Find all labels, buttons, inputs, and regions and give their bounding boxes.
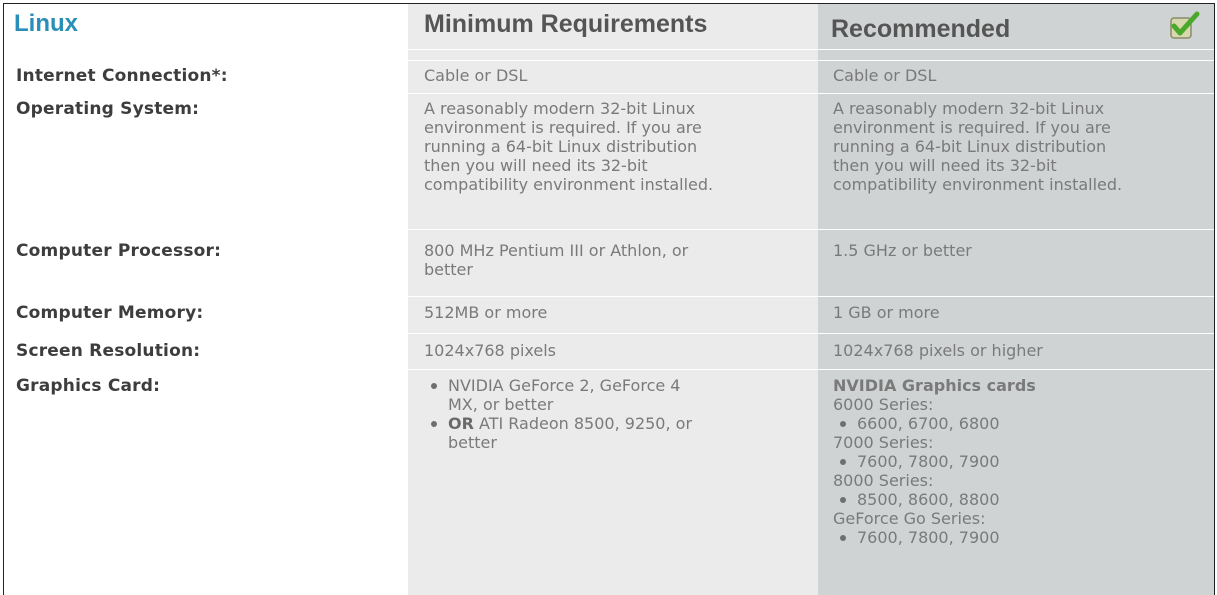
bullet-icon — [840, 535, 846, 541]
min-value: Cable or DSL — [424, 66, 528, 85]
bullet-icon — [431, 421, 437, 427]
text-line: 800 MHz Pentium III or Athlon, or — [424, 241, 689, 260]
row-label: Screen Resolution: — [16, 341, 201, 361]
graphics-min-list: NVIDIA GeForce 2, GeForce 4 MX, or bette… — [424, 376, 809, 452]
text-line: environment is required. If you are — [424, 118, 702, 137]
text-line: running a 64-bit Linux distribution — [424, 137, 698, 156]
list-item: OR ATI Radeon 8500, 9250, or better — [424, 414, 809, 452]
minimum-header: Minimum Requirements — [424, 10, 708, 38]
text-line: running a 64-bit Linux distribution — [833, 137, 1107, 156]
table-row: Computer Memory: 512MB or more 1 GB or m… — [4, 298, 1214, 328]
row-label: Internet Connection*: — [16, 66, 228, 86]
rec-value: NVIDIA Graphics cards 6000 Series: 6600,… — [833, 376, 1213, 547]
rec-value: Cable or DSL — [833, 66, 937, 85]
platform-title: Linux — [14, 10, 78, 37]
or-keyword: OR — [448, 414, 474, 433]
text-line: A reasonably modern 32-bit Linux — [833, 99, 1105, 118]
list-item: NVIDIA GeForce 2, GeForce 4 MX, or bette… — [424, 376, 809, 414]
graphics-rec-title: NVIDIA Graphics cards — [833, 376, 1036, 395]
list-item: 6600, 6700, 6800 — [833, 414, 1213, 433]
text-line: then you will need its 32-bit — [833, 156, 1057, 175]
min-value: A reasonably modern 32-bit Linux environ… — [424, 99, 809, 194]
bullet-icon — [840, 459, 846, 465]
row-label: Computer Processor: — [16, 241, 222, 261]
text-line: A reasonably modern 32-bit Linux — [424, 99, 696, 118]
bullet-icon — [840, 497, 846, 503]
list-item: 8500, 8600, 8800 — [833, 490, 1213, 509]
table-row: Screen Resolution: 1024x768 pixels 1024x… — [4, 336, 1214, 366]
divider — [4, 229, 1214, 230]
list-item: 7600, 7800, 7900 — [833, 528, 1213, 547]
text-line: MX, or better — [448, 395, 554, 414]
header-row: Linux Minimum Requirements Recommended — [4, 4, 1214, 50]
rec-value: 1024x768 pixels or higher — [833, 341, 1043, 360]
text-line: better — [448, 433, 497, 452]
min-value: 512MB or more — [424, 303, 548, 322]
text-line: then you will need its 32-bit — [424, 156, 648, 175]
requirements-table: Linux Minimum Requirements Recommended I… — [3, 3, 1215, 595]
table-row: Graphics Card: NVIDIA GeForce 2, GeForce… — [4, 371, 1214, 595]
series-label: 7000 Series: — [833, 433, 934, 452]
models-text: 7600, 7800, 7900 — [857, 528, 1000, 547]
row-label: Graphics Card: — [16, 376, 161, 396]
text-line: compatibility environment installed. — [424, 175, 714, 194]
text-line: compatibility environment installed. — [833, 175, 1123, 194]
row-label: Computer Memory: — [16, 303, 204, 323]
series-label: GeForce Go Series: — [833, 509, 986, 528]
text-line: better — [424, 260, 473, 279]
models-text: 6600, 6700, 6800 — [857, 414, 1000, 433]
min-value: 800 MHz Pentium III or Athlon, or better — [424, 241, 809, 279]
divider — [4, 369, 1214, 370]
table-row: Internet Connection*: Cable or DSL Cable… — [4, 61, 1214, 91]
min-value: NVIDIA GeForce 2, GeForce 4 MX, or bette… — [424, 376, 809, 452]
table-row: Operating System: A reasonably modern 32… — [4, 94, 1214, 226]
checkmark-icon — [1170, 11, 1200, 39]
divider — [4, 60, 1214, 61]
table-row: Computer Processor: 800 MHz Pentium III … — [4, 236, 1214, 288]
rec-value: 1.5 GHz or better — [833, 241, 972, 260]
divider — [4, 296, 1214, 297]
rec-value: A reasonably modern 32-bit Linux environ… — [833, 99, 1213, 194]
min-value: 1024x768 pixels — [424, 341, 557, 360]
bullet-icon — [431, 383, 437, 389]
text-line: OR ATI Radeon 8500, 9250, or — [448, 414, 809, 433]
text-fragment: ATI Radeon 8500, 9250, or — [473, 414, 693, 433]
rec-value: 1 GB or more — [833, 303, 940, 322]
bullet-icon — [840, 421, 846, 427]
row-label: Operating System: — [16, 99, 200, 119]
divider — [4, 93, 1214, 94]
models-text: 8500, 8600, 8800 — [857, 490, 1000, 509]
series-label: 8000 Series: — [833, 471, 934, 490]
divider — [4, 333, 1214, 334]
series-label: 6000 Series: — [833, 395, 934, 414]
list-item: 7600, 7800, 7900 — [833, 452, 1213, 471]
recommended-header: Recommended — [831, 15, 1011, 43]
models-text: 7600, 7800, 7900 — [857, 452, 1000, 471]
text-line: environment is required. If you are — [833, 118, 1111, 137]
text-line: NVIDIA GeForce 2, GeForce 4 — [448, 376, 681, 395]
